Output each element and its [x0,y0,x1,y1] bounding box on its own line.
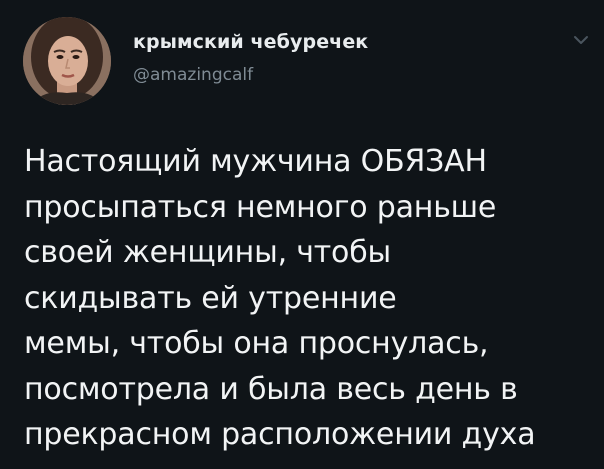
tweet-text-line: просыпаться немного раньше [24,189,497,225]
tweet-card: крымский чебуречек @amazingcalf Настоящи… [0,0,604,469]
tweet-text-line: прекрасном расположении духа [24,417,536,452]
tweet-text-line: своей женщины, чтобы [24,235,391,270]
author-avatar[interactable] [23,17,111,105]
chevron-down-icon[interactable] [572,33,590,47]
tweet-text-line: Настоящий мужчина ОБЯЗАН [24,144,487,179]
author-handle[interactable]: @amazingcalf [133,65,253,85]
tweet-text-line: посмотрела и была весь день в [24,371,518,407]
tweet-text: Настоящий мужчина ОБЯЗАН просыпаться нем… [24,139,598,458]
profile-photo-icon [23,17,111,105]
tweet-text-line: скидывать ей утренние [24,280,397,316]
author-display-name[interactable]: крымский чебуречек [133,31,368,53]
tweet-text-line: мемы, чтобы она проснулась, [24,326,489,361]
